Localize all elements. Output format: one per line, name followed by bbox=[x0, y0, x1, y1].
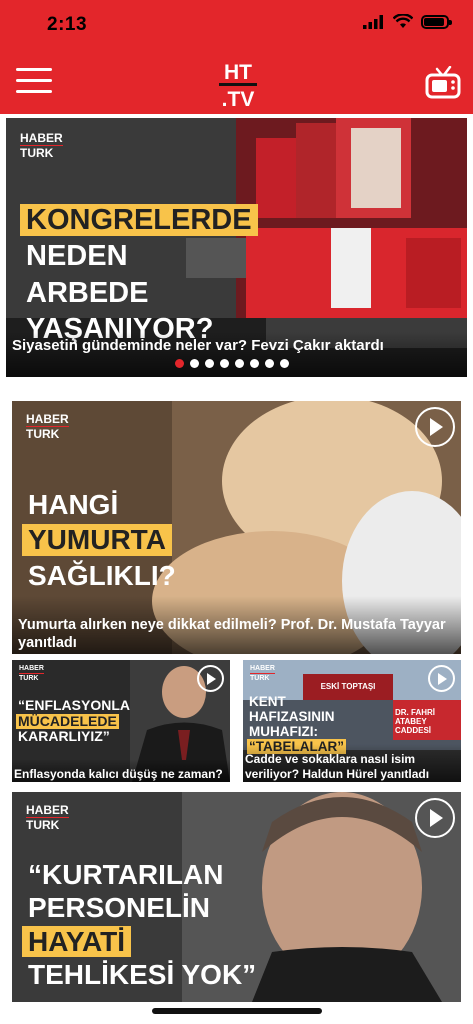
headline-line: KARARLIYIZ” bbox=[18, 728, 110, 745]
video-card[interactable]: HABER TURK “KURTARILAN PERSONELİN HAYATİ… bbox=[12, 792, 461, 1002]
status-bar: 2:13 bbox=[0, 0, 473, 52]
carousel-dot[interactable] bbox=[205, 359, 214, 368]
carousel-dot[interactable] bbox=[280, 359, 289, 368]
headline-line: NEDEN bbox=[26, 240, 128, 273]
brand-line2: TURK bbox=[26, 426, 69, 440]
hero-caption: Siyasetin gündeminde neler var? Fevzi Ça… bbox=[6, 332, 467, 377]
headline-line: “KURTARILAN bbox=[28, 859, 224, 890]
headline-line: MÜCADELEDE bbox=[16, 712, 119, 730]
video-caption: Yumurta alırken neye dikkat edilmeli? Pr… bbox=[12, 595, 461, 654]
carousel-dot[interactable] bbox=[250, 359, 259, 368]
headline-line: MUHAFIZI: bbox=[249, 724, 318, 740]
headline-line: HAFIZASININ bbox=[249, 709, 335, 725]
hero-carousel-card[interactable]: HABER TURK KONGRELERDE NEDEN ARBEDE YAŞA… bbox=[6, 118, 467, 377]
street-sign: DR. FAHRİ ATABEY CADDESİ bbox=[395, 708, 435, 736]
carousel-dot[interactable] bbox=[235, 359, 244, 368]
haberturk-watermark: HABER TURK bbox=[20, 132, 63, 159]
headline-line: HAYATİ bbox=[22, 925, 132, 958]
haberturk-watermark: HABER TURK bbox=[250, 665, 275, 682]
brand-line1: HABER bbox=[20, 131, 63, 145]
headline-line: KENT bbox=[249, 694, 286, 709]
brand-line1: HABER bbox=[26, 412, 69, 426]
menu-icon-line bbox=[16, 79, 52, 82]
hero-headline: KONGRELERDE NEDEN ARBEDE YAŞANIYOR? bbox=[20, 202, 258, 348]
httv-logo[interactable]: HT .TV bbox=[217, 60, 259, 108]
street-sign: ESKİ TOPTAŞI bbox=[320, 682, 376, 691]
video-headline: “KURTARILAN PERSONELİN HAYATİ TEHLİKESİ … bbox=[22, 858, 262, 991]
app-bar: HT .TV bbox=[0, 52, 473, 114]
brand-line2: TURK bbox=[26, 817, 69, 831]
status-time: 2:13 bbox=[47, 14, 88, 35]
brand-line2: TURK bbox=[250, 673, 275, 682]
logo-text-tv: .TV bbox=[222, 88, 255, 108]
brand-line1: HABER bbox=[250, 665, 275, 672]
headline-line: PERSONELİN bbox=[28, 892, 211, 924]
live-tv-button[interactable] bbox=[425, 66, 461, 100]
headline-line: TEHLİKESİ YOK” bbox=[28, 959, 257, 991]
brand-line2: TURK bbox=[19, 673, 44, 682]
carousel-dot[interactable] bbox=[220, 359, 229, 368]
video-headline: HANGİ YUMURTA SAĞLIKLI? bbox=[22, 487, 182, 593]
carousel-dot[interactable] bbox=[175, 359, 184, 368]
headline-line: SAĞLIKLI? bbox=[28, 559, 176, 591]
logo-text-ht: HT bbox=[224, 61, 252, 84]
battery-fill bbox=[424, 17, 444, 26]
video-caption: Enflasyonda kalıcı düşüş ne zaman? bbox=[12, 758, 230, 782]
haberturk-watermark: HABER TURK bbox=[26, 413, 69, 440]
signal-icon bbox=[363, 14, 383, 29]
brand-line1: HABER bbox=[26, 803, 69, 817]
status-icons bbox=[363, 14, 452, 29]
play-button[interactable] bbox=[415, 798, 455, 838]
play-button[interactable] bbox=[415, 407, 455, 447]
headline-line: HANGİ bbox=[28, 489, 119, 520]
carousel-dot[interactable] bbox=[190, 359, 199, 368]
menu-icon-line bbox=[16, 68, 52, 71]
headline-line: “ENFLASYONLA bbox=[18, 697, 130, 713]
brand-line1: HABER bbox=[19, 665, 44, 672]
carousel-dot[interactable] bbox=[265, 359, 274, 368]
headline-line: YUMURTA bbox=[22, 524, 172, 556]
video-headline: “ENFLASYONLA MÜCADELEDE KARARLIYIZ” bbox=[16, 697, 132, 745]
haberturk-watermark: HABER TURK bbox=[26, 804, 69, 831]
video-card[interactable]: HABER TURK “ENFLASYONLA MÜCADELEDE KARAR… bbox=[12, 660, 230, 782]
haberturk-watermark: HABER TURK bbox=[19, 665, 44, 682]
carousel-pagination[interactable] bbox=[175, 359, 289, 368]
headline-line: ARBEDE bbox=[26, 276, 149, 309]
video-card[interactable]: HABER TURK HANGİ YUMURTA SAĞLIKLI? Yumur… bbox=[12, 401, 461, 654]
headline-line: KONGRELERDE bbox=[20, 204, 258, 237]
video-card[interactable]: ESKİ TOPTAŞI DR. FAHRİ ATABEY CADDESİ HA… bbox=[243, 660, 461, 782]
home-indicator[interactable] bbox=[152, 1008, 322, 1014]
play-button[interactable] bbox=[428, 665, 455, 692]
video-caption: Cadde ve sokaklara nasıl isim veriliyor?… bbox=[243, 744, 461, 782]
battery-icon bbox=[421, 14, 452, 29]
menu-icon-line bbox=[16, 90, 52, 93]
play-button[interactable] bbox=[197, 665, 224, 692]
menu-button[interactable] bbox=[16, 68, 52, 98]
brand-line2: TURK bbox=[20, 145, 63, 159]
wifi-icon bbox=[393, 14, 413, 28]
